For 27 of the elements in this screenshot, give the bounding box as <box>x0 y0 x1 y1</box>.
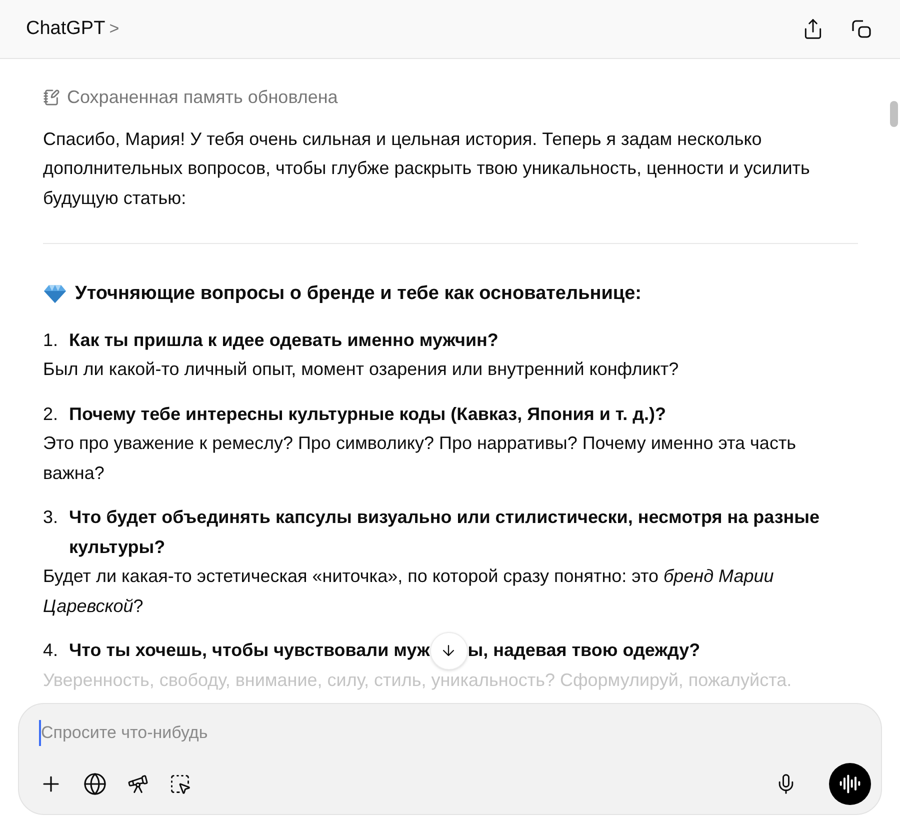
question-text: Почему тебе интересны культурные коды (Кавказ, Япония и т. д.)? <box>69 402 666 426</box>
list-number: 1. <box>43 328 60 352</box>
model-selector[interactable]: ChatGPT > <box>26 14 120 44</box>
question-text: Как ты пришла к идее одевать именно мужчин? <box>69 328 498 352</box>
list-number: 3. <box>43 506 60 529</box>
section-heading: Уточняющие вопросы о бренде и тебе как основательнице: <box>75 282 642 306</box>
answer-text: Это про уважение к ремеслу? Про символику? Про нарративы? Почему именно эта часть важна? <box>43 432 798 484</box>
question-text: Что ты хочешь, чтобы чувствовали муж <box>69 639 430 662</box>
voice-mode-button[interactable] <box>829 763 871 805</box>
waveform-icon <box>839 773 861 795</box>
gem-icon <box>43 284 67 304</box>
message-composer[interactable]: Спросите что-нибудь <box>18 703 882 815</box>
message-input[interactable]: Спросите что-нибудь <box>39 720 861 746</box>
question-text: ы, надевая твою одежду? <box>468 639 700 662</box>
select-region-icon[interactable] <box>169 773 191 795</box>
telescope-icon[interactable] <box>127 773 149 795</box>
answer-text: Был ли какой-то личный опыт, момент озарения или внутренний конфликт? <box>43 358 680 381</box>
answer-text: Будет ли какая-то эстетическая «ниточка», по которой сразу понятно: это бренд Марии Царевской? <box>43 565 775 618</box>
memory-icon <box>43 89 60 106</box>
scrollbar-thumb[interactable] <box>890 101 898 127</box>
intro-paragraph: Спасибо, Мария! У тебя очень сильная и цельная история. Теперь я задам несколько дополнительных вопросов, чтобы глубже раскрыть твою уникальность, ценности и усилить будущую статью: <box>43 128 811 210</box>
question-text: Что будет объединять капсулы визуально или стилистически, несмотря на разные культуры? <box>69 506 821 559</box>
memory-notice[interactable]: Сохраненная память обновлена <box>67 83 338 112</box>
list-number: 2. <box>43 402 60 426</box>
list-number: 4. <box>43 639 60 662</box>
answer-text: Уверенность, свободу, внимание, силу, стиль, уникальность? Сформулируй, пожалуйста. <box>43 668 793 692</box>
globe-icon[interactable] <box>83 772 107 796</box>
